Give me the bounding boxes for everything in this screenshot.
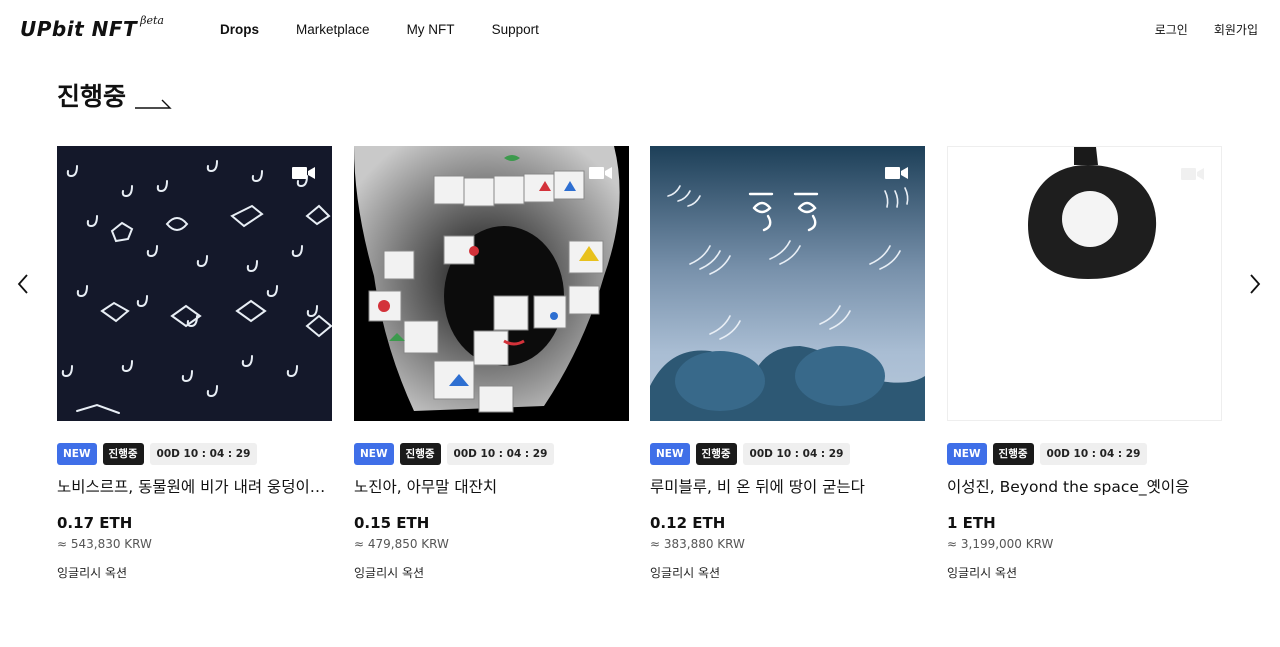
badge-row: NEW 진행중 00D 10 : 04 : 29 (57, 443, 263, 465)
arrow-right-icon (135, 99, 172, 109)
card-price: 0.15 ETH (354, 514, 430, 532)
artwork-ieung-drawing (948, 147, 1221, 420)
login-link[interactable]: 로그인 (1155, 21, 1188, 39)
artwork-rain-drawing (57, 146, 332, 421)
top-header: UPbit NFT βeta Drops Marketplace My NFT … (0, 0, 1280, 60)
card-title[interactable]: 이성진, Beyond the space_옛이응 (947, 476, 1222, 498)
artwork-rain-faces-drawing (650, 146, 925, 421)
card-title[interactable]: 노진아, 아무말 대잔치 (354, 476, 629, 498)
badge-row: NEW 진행중 00D 10 : 04 : 29 (947, 443, 1153, 465)
drop-card[interactable]: NEW 진행중 00D 10 : 04 : 29 노진아, 아무말 대잔치 0.… (354, 146, 629, 580)
main-nav: Drops Marketplace My NFT Support (220, 20, 576, 40)
video-camera-icon (589, 167, 612, 179)
new-badge: NEW (57, 443, 97, 465)
card-krw-price: ≈ 543,830 KRW (57, 537, 152, 551)
countdown-badge: 00D 10 : 04 : 29 (1039, 443, 1148, 465)
card-krw-price: ≈ 3,199,000 KRW (947, 537, 1054, 551)
nft-artwork-image[interactable] (354, 146, 629, 421)
countdown-badge: 00D 10 : 04 : 29 (742, 443, 851, 465)
auth-links: 로그인 회원가입 (1129, 21, 1258, 39)
nav-my-nft[interactable]: My NFT (407, 20, 455, 40)
card-price: 0.12 ETH (650, 514, 726, 532)
upbit-nft-logo[interactable]: UPbit NFT βeta (20, 14, 164, 44)
card-title[interactable]: 루미블루, 비 온 뒤에 땅이 굳는다 (650, 476, 925, 498)
chevron-right-icon (1250, 274, 1261, 294)
new-badge: NEW (650, 443, 690, 465)
card-krw-price: ≈ 479,850 KRW (354, 537, 449, 551)
video-camera-icon (885, 167, 908, 179)
status-badge: 진행중 (695, 443, 737, 465)
signup-link[interactable]: 회원가입 (1214, 21, 1258, 39)
auction-type: 잉글리시 옥션 (354, 566, 425, 580)
logo-beta-label: βeta (140, 14, 164, 27)
status-badge: 진행중 (399, 443, 441, 465)
status-badge: 진행중 (992, 443, 1034, 465)
card-price: 1 ETH (947, 514, 996, 532)
card-krw-price: ≈ 383,880 KRW (650, 537, 745, 551)
nav-support[interactable]: Support (492, 20, 539, 40)
status-badge: 진행중 (102, 443, 144, 465)
card-price: 0.17 ETH (57, 514, 133, 532)
new-badge: NEW (947, 443, 987, 465)
carousel-prev-button[interactable] (9, 270, 37, 298)
badge-row: NEW 진행중 00D 10 : 04 : 29 (650, 443, 856, 465)
nft-artwork-image[interactable] (650, 146, 925, 421)
auction-type: 잉글리시 옥션 (57, 566, 128, 580)
badge-row: NEW 진행중 00D 10 : 04 : 29 (354, 443, 560, 465)
video-camera-icon (292, 167, 315, 179)
section-title: 진행중 (57, 82, 127, 111)
countdown-badge: 00D 10 : 04 : 29 (446, 443, 555, 465)
drop-card[interactable]: NEW 진행중 00D 10 : 04 : 29 노비스르프, 동물원에 비가 … (57, 146, 332, 580)
nft-artwork-image[interactable] (947, 146, 1222, 421)
artwork-tiles-drawing (354, 146, 629, 421)
carousel-next-button[interactable] (1241, 270, 1269, 298)
auction-type: 잉글리시 옥션 (947, 566, 1018, 580)
countdown-badge: 00D 10 : 04 : 29 (149, 443, 258, 465)
new-badge: NEW (354, 443, 394, 465)
drop-card[interactable]: NEW 진행중 00D 10 : 04 : 29 루미블루, 비 온 뒤에 땅이… (650, 146, 925, 580)
nav-drops[interactable]: Drops (220, 20, 259, 40)
card-title[interactable]: 노비스르프, 동물원에 비가 내려 웅덩이가 생겼다 (57, 476, 332, 498)
drop-card[interactable]: NEW 진행중 00D 10 : 04 : 29 이성진, Beyond the… (947, 146, 1222, 580)
section-heading[interactable]: 진행중 (57, 80, 172, 114)
video-camera-icon (1181, 168, 1204, 180)
logo-text: UPbit NFT (20, 17, 138, 41)
nft-artwork-image[interactable] (57, 146, 332, 421)
nav-marketplace[interactable]: Marketplace (296, 20, 370, 40)
chevron-left-icon (17, 274, 28, 294)
auction-type: 잉글리시 옥션 (650, 566, 721, 580)
